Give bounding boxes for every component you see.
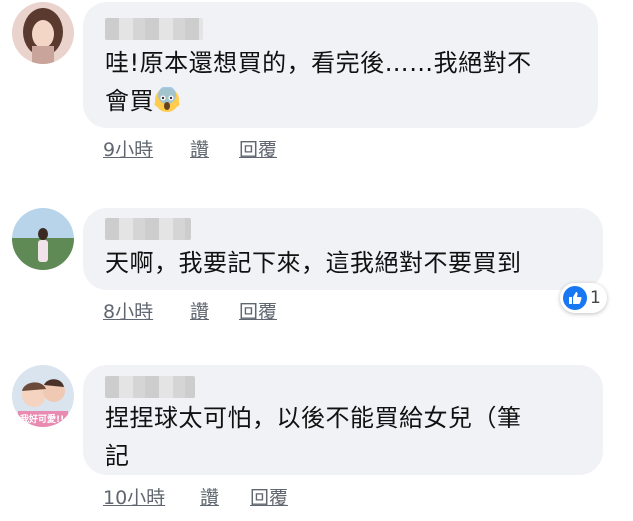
avatar[interactable]: 我好可愛!! <box>12 365 74 427</box>
reaction-count: 1 <box>590 288 601 308</box>
blurred-author-name[interactable] <box>105 376 195 398</box>
comment-text: 捏捏球太可怕，以後不能買給女兒（筆 記 <box>105 404 522 470</box>
like-link[interactable]: 讚 <box>200 483 219 510</box>
blurred-author-name[interactable] <box>105 18 203 40</box>
reaction-badge[interactable]: 1 <box>560 283 607 313</box>
timestamp-link[interactable]: 10小時 <box>103 483 165 510</box>
timestamp-link[interactable]: 9小時 <box>103 135 153 162</box>
thumbs-up-icon <box>563 286 587 310</box>
comment-text: 哇!原本還想買的，看完後……我絕對不 會買 <box>105 44 585 120</box>
avatar[interactable] <box>12 2 74 64</box>
reply-link[interactable]: 回覆 <box>239 135 277 162</box>
timestamp-link[interactable]: 8小時 <box>103 297 153 324</box>
blurred-author-name[interactable] <box>105 218 191 240</box>
avatar-caption: 我好可愛!! <box>20 415 65 425</box>
like-link[interactable]: 讚 <box>190 135 209 162</box>
comment-bubble: 哇!原本還想買的，看完後……我絕對不 會買 <box>83 2 598 128</box>
reply-link[interactable]: 回覆 <box>239 297 277 324</box>
reply-link[interactable]: 回覆 <box>250 483 288 510</box>
comment-bubble: 捏捏球太可怕，以後不能買給女兒（筆 記 <box>83 365 603 475</box>
comment-text: 天啊，我要記下來，這我絕對不要買到 <box>105 249 522 277</box>
avatar[interactable] <box>12 208 74 270</box>
comment-bubble: 天啊，我要記下來，這我絕對不要買到 <box>83 208 603 290</box>
like-link[interactable]: 讚 <box>190 297 209 324</box>
scream-emoji <box>154 87 180 112</box>
